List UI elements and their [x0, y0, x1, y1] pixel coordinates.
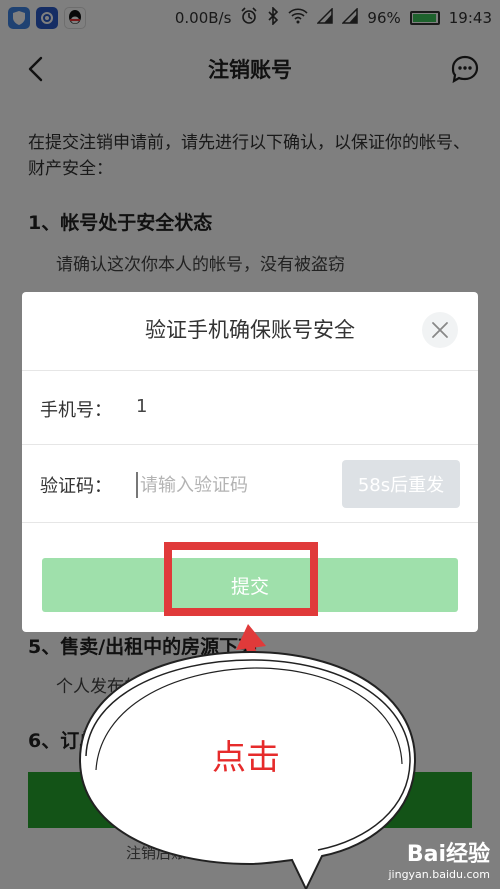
divider	[22, 444, 478, 445]
phone-label: 手机号：	[40, 400, 112, 421]
resend-button[interactable]: 58s后重发	[342, 460, 460, 508]
watermark-logo: Bai经验	[406, 842, 490, 867]
code-label: 验证码：	[40, 476, 112, 497]
close-icon[interactable]	[422, 312, 458, 348]
phone-value: 1	[136, 396, 148, 417]
dialog-title: 验证手机确保账号安全	[145, 318, 355, 342]
divider	[22, 370, 478, 371]
verification-code-input[interactable]	[136, 472, 336, 498]
baidu-watermark: Bai经验 jingyan.baidu.com	[388, 836, 490, 881]
watermark-url: jingyan.baidu.com	[388, 868, 490, 881]
verify-dialog: 验证手机确保账号安全 手机号： 1 验证码： 58s后重发 提交	[22, 292, 478, 632]
submit-button[interactable]: 提交	[42, 558, 458, 612]
divider	[22, 522, 478, 523]
